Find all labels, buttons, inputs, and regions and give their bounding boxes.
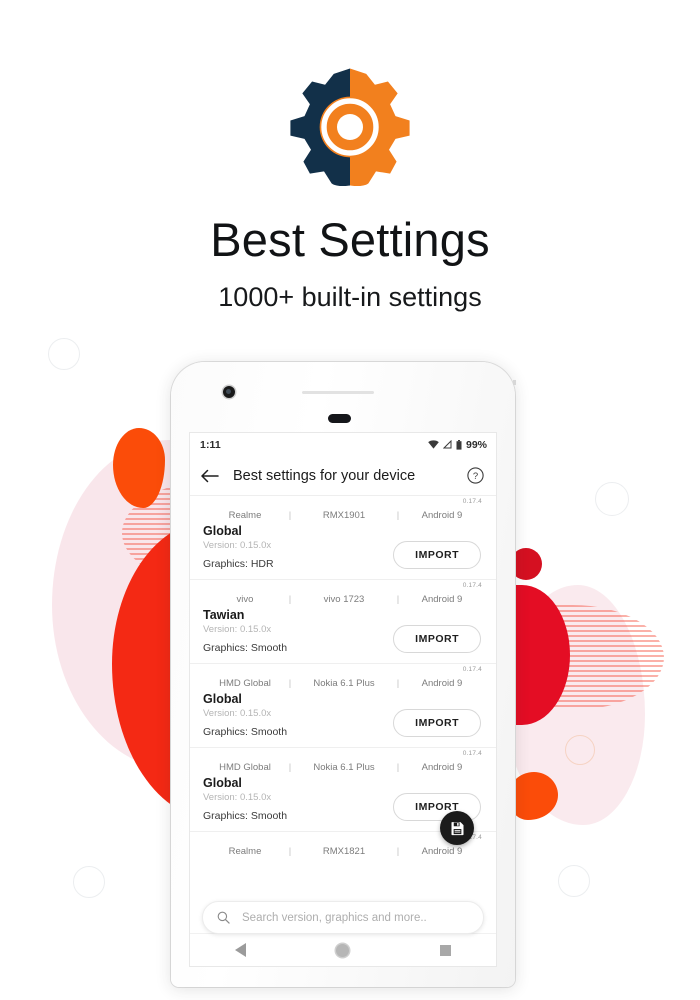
meta-separator: |: [396, 678, 400, 689]
device-meta: HMD Global | Nokia 6.1 Plus | Android 9: [203, 668, 483, 689]
status-icons: 99%: [428, 439, 487, 451]
meta-separator: |: [288, 510, 292, 521]
device-meta: Realme | RMX1821 | Android 9: [203, 836, 483, 857]
meta-separator: |: [396, 510, 400, 521]
device-model: vivo 1723: [323, 594, 365, 605]
wifi-icon: [428, 440, 439, 449]
region-label: Global: [203, 776, 242, 790]
bg-ring-5: [558, 865, 590, 897]
meta-separator: |: [396, 594, 400, 605]
device-brand: vivo: [236, 594, 254, 605]
save-floppy-icon: [451, 821, 463, 835]
hero-section: Best Settings 1000+ built-in settings: [0, 0, 700, 311]
device-model: Nokia 6.1 Plus: [313, 678, 375, 689]
sensor-cutout: [328, 414, 351, 423]
version-badge: 0.17.4: [462, 582, 482, 589]
device-meta: vivo | vivo 1723 | Android 9: [203, 584, 483, 605]
region-label: Tawian: [203, 608, 245, 622]
device-meta: HMD Global | Nokia 6.1 Plus | Android 9: [203, 752, 483, 773]
save-fab-button[interactable]: [440, 811, 474, 845]
page-title: Best Settings: [210, 213, 490, 266]
device-os: Android 9: [421, 510, 463, 521]
phone-screen: 1:11 99% Best settings for your device ?…: [189, 432, 497, 967]
help-circle-icon[interactable]: ?: [467, 467, 484, 484]
graphics-label: Graphics: Smooth: [203, 726, 288, 738]
meta-separator: |: [288, 762, 292, 773]
bg-ring-3: [565, 735, 595, 765]
earpiece-speaker: [302, 391, 374, 394]
version-badge: 0.17.4: [462, 750, 482, 757]
version-badge: 0.17.4: [462, 498, 482, 505]
page-subtitle: 1000+ built-in settings: [218, 282, 482, 312]
version-label: Version: 0.15.0x: [203, 708, 272, 719]
meta-separator: |: [288, 846, 292, 857]
search-icon: [217, 911, 230, 924]
version-label: Version: 0.15.0x: [203, 540, 272, 551]
device-os: Android 9: [421, 846, 463, 857]
device-brand: HMD Global: [219, 762, 271, 773]
front-camera-icon: [223, 386, 235, 398]
device-brand: HMD Global: [219, 678, 271, 689]
meta-separator: |: [288, 594, 292, 605]
nav-recents-square-icon[interactable]: [439, 944, 451, 956]
poster-canvas: Best Settings 1000+ built-in settings 1:…: [0, 0, 700, 1000]
version-label: Version: 0.15.0x: [203, 624, 272, 635]
bg-ring-4: [73, 866, 105, 898]
device-brand: Realme: [228, 510, 262, 521]
search-container: Search version, graphics and more..: [190, 901, 496, 934]
region-label: Global: [203, 524, 242, 538]
app-bar-title: Best settings for your device: [233, 467, 416, 484]
battery-percent: 99%: [465, 438, 487, 451]
graphics-label: Graphics: HDR: [203, 558, 274, 570]
phone-side-button: [513, 380, 516, 385]
list-item[interactable]: 0.17.4 HMD Global | Nokia 6.1 Plus | And…: [190, 664, 496, 748]
app-logo: [277, 0, 423, 192]
version-badge: 0.17.4: [462, 666, 482, 673]
status-time: 1:11: [200, 438, 221, 451]
meta-separator: |: [288, 678, 292, 689]
version-label: Version: 0.15.0x: [203, 792, 272, 803]
device-model: RMX1901: [322, 510, 366, 521]
region-label: Global: [203, 692, 242, 706]
nav-back-triangle-icon[interactable]: [235, 943, 247, 957]
meta-separator: |: [396, 846, 400, 857]
nav-home-circle-icon[interactable]: [336, 943, 350, 957]
device-os: Android 9: [421, 762, 463, 773]
android-nav-bar: [190, 933, 496, 966]
import-button[interactable]: IMPORT: [393, 709, 481, 737]
device-brand: Realme: [228, 846, 262, 857]
app-bar: Best settings for your device ?: [190, 456, 496, 496]
device-meta: Realme | RMX1901 | Android 9: [203, 500, 483, 521]
device-model: Nokia 6.1 Plus: [313, 762, 375, 773]
device-os: Android 9: [421, 678, 463, 689]
graphics-label: Graphics: Smooth: [203, 642, 288, 654]
bg-ring-1: [48, 338, 80, 370]
device-model: RMX1821: [322, 846, 366, 857]
graphics-label: Graphics: Smooth: [203, 810, 288, 822]
signal-icon: [442, 440, 452, 449]
list-item[interactable]: 0.17.4 HMD Global | Nokia 6.1 Plus | And…: [190, 748, 496, 845]
search-input[interactable]: Search version, graphics and more..: [242, 912, 427, 924]
phone-mockup: 1:11 99% Best settings for your device ?…: [171, 362, 516, 987]
gear-icon: [290, 68, 410, 187]
list-item[interactable]: 0.17.4 Realme | RMX1901 | Android 9 Glob…: [190, 496, 496, 580]
bg-ring-2: [595, 482, 629, 516]
back-arrow-icon[interactable]: [201, 469, 219, 483]
meta-separator: |: [396, 762, 400, 773]
battery-icon: [456, 439, 462, 450]
device-os: Android 9: [421, 594, 463, 605]
import-button[interactable]: IMPORT: [393, 541, 481, 569]
list-item[interactable]: 0.17.4 vivo | vivo 1723 | Android 9 Tawi…: [190, 580, 496, 664]
import-button[interactable]: IMPORT: [393, 625, 481, 653]
svg-text:?: ?: [473, 471, 478, 482]
search-bar[interactable]: Search version, graphics and more..: [202, 901, 484, 934]
settings-list[interactable]: 0.17.4 Realme | RMX1901 | Android 9 Glob…: [190, 496, 496, 930]
status-bar: 1:11 99%: [190, 433, 496, 456]
